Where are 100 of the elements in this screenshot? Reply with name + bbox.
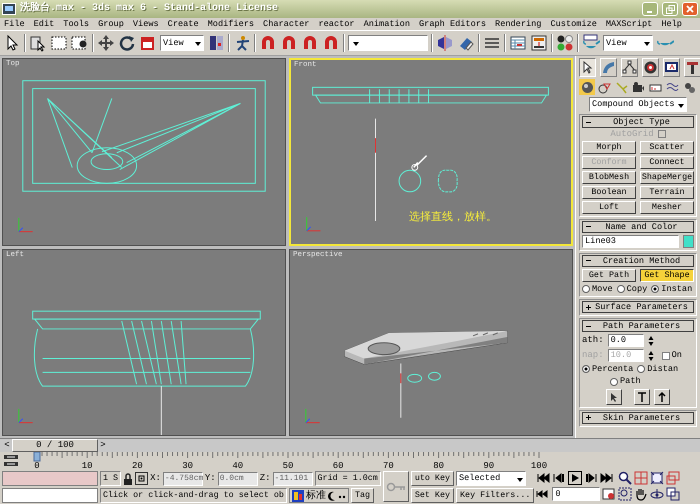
auto-key-button[interactable]: uto Key (410, 471, 454, 486)
object-type-button[interactable]: Terrain (640, 186, 694, 199)
magnet-icon[interactable] (301, 34, 319, 52)
reference-coordinate-dropdown[interactable]: View (160, 35, 204, 51)
path-tool-button[interactable] (606, 388, 622, 405)
path-tool-button[interactable] (654, 388, 670, 405)
object-type-button[interactable]: ShapeMerge (640, 170, 694, 184)
move-icon[interactable] (97, 34, 115, 52)
current-frame-marker[interactable] (34, 452, 40, 462)
color-swatch[interactable] (683, 234, 694, 248)
coordinate-field[interactable]: -4.758cm (162, 472, 203, 486)
lock-icon[interactable] (123, 472, 134, 484)
radio-button[interactable] (651, 284, 660, 293)
rollout-header[interactable]: Name and Color (582, 220, 694, 233)
magnet-icon[interactable] (280, 34, 298, 52)
radio-label[interactable]: Percenta (592, 364, 634, 374)
radio-button[interactable] (616, 284, 625, 293)
next-frame-button[interactable]: > (98, 439, 108, 452)
current-frame-field[interactable]: 0 (552, 487, 600, 501)
key-mode-icon[interactable] (536, 487, 550, 501)
input-method-bar[interactable]: 标准 (288, 488, 349, 503)
window-selection-icon[interactable] (71, 34, 89, 52)
input-mode-text[interactable]: 标准 (306, 490, 326, 502)
key-set-dropdown[interactable]: Selected (456, 471, 526, 486)
menu-item[interactable]: Edit (34, 18, 54, 30)
rollout-header[interactable]: Creation Method (582, 254, 694, 267)
select-list-icon[interactable] (29, 34, 47, 52)
time-configuration-icon[interactable] (602, 487, 616, 501)
key-filters-button[interactable]: Key Filters... (456, 488, 534, 503)
radio-label[interactable]: Copy (626, 284, 648, 294)
command-panel-tab[interactable] (579, 58, 596, 77)
menu-item[interactable]: MAXScript (606, 18, 652, 30)
radio-label[interactable]: Move (592, 284, 613, 294)
pan-hand-icon[interactable] (634, 487, 648, 501)
radio-label[interactable]: Instan (661, 284, 692, 294)
magnet-icon[interactable] (322, 34, 340, 52)
time-slider-handle[interactable]: 0 / 100 (12, 439, 98, 452)
object-type-button[interactable]: Loft (582, 200, 636, 214)
radio-label[interactable]: Path (620, 376, 641, 387)
coordinate-field[interactable]: 0.0cm (218, 472, 258, 486)
zoom-extents-icon[interactable] (650, 471, 664, 485)
object-type-button[interactable]: Scatter (640, 140, 694, 154)
menu-item[interactable]: Help (661, 18, 682, 30)
object-type-button[interactable]: BlobMesh (582, 170, 636, 184)
region-zoom-icon[interactable] (618, 487, 632, 501)
menu-item[interactable]: Tools (63, 18, 90, 30)
spinner-arrows-icon[interactable] (648, 334, 654, 347)
on-checkbox[interactable]: On (662, 350, 682, 361)
menu-item[interactable]: Character (263, 18, 310, 30)
maximize-viewport-icon[interactable] (666, 487, 680, 501)
rollout-header[interactable]: Surface Parameters (582, 301, 694, 314)
time-tag-button[interactable]: Tag (350, 488, 374, 503)
coordinate-field[interactable]: -11.101 (272, 472, 313, 486)
selection-set-field[interactable] (348, 35, 428, 51)
go-to-end-icon[interactable] (600, 471, 614, 485)
script-input-field[interactable] (2, 488, 98, 503)
menu-item[interactable]: reactor (318, 18, 355, 30)
go-to-start-icon[interactable] (536, 471, 550, 485)
magnet-icon[interactable] (259, 34, 277, 52)
object-type-button[interactable]: Boolean (582, 186, 636, 199)
object-category-tab[interactable] (630, 79, 646, 95)
menu-item[interactable]: Animation (364, 18, 410, 30)
object-type-button[interactable]: Morph (582, 140, 636, 154)
orbit-icon[interactable] (650, 487, 664, 501)
menu-item[interactable]: Graph Editors (419, 18, 486, 30)
creation-method-button[interactable]: Get Shape (640, 268, 694, 282)
rollout-header[interactable]: Skin Parameters (582, 412, 694, 424)
object-name-field[interactable]: Line03 (582, 234, 679, 248)
close-button[interactable] (682, 2, 698, 16)
material-spheres-icon[interactable] (556, 34, 574, 52)
radio-button[interactable] (610, 378, 618, 386)
schematic-view-icon[interactable] (530, 34, 548, 52)
radio-button[interactable] (582, 284, 590, 293)
menu-item[interactable]: Modifiers (208, 18, 254, 30)
object-type-button[interactable]: Connect (640, 156, 694, 169)
scale-icon[interactable] (139, 34, 157, 52)
spinner-arrows-icon[interactable] (648, 350, 654, 362)
radio-button[interactable] (637, 365, 646, 374)
mirror-icon[interactable] (436, 34, 454, 52)
menu-item[interactable]: Views (132, 18, 159, 30)
category-dropdown[interactable]: Compound Objects (589, 97, 687, 112)
menu-item[interactable]: Group (98, 18, 124, 30)
zoom-icon[interactable] (618, 471, 632, 485)
script-listener-field[interactable] (2, 471, 98, 486)
rollout-header[interactable]: Path Parameters (582, 320, 694, 332)
menu-item[interactable]: Rendering (495, 18, 542, 30)
previous-key-icon[interactable] (552, 471, 566, 485)
spinner-field[interactable]: 0.0 (608, 334, 644, 348)
object-type-button[interactable]: Mesher (640, 200, 694, 214)
radio-button[interactable] (582, 365, 590, 374)
curve-editor-icon[interactable] (509, 34, 527, 52)
pivot-icon[interactable] (207, 34, 225, 52)
menu-item[interactable]: Customize (550, 18, 597, 30)
next-key-icon[interactable] (584, 471, 598, 485)
rotate-icon[interactable] (118, 34, 136, 52)
rectangle-selection-icon[interactable] (50, 34, 68, 52)
path-tool-button[interactable] (634, 388, 650, 405)
set-key-mode-button[interactable]: Set Key (410, 488, 454, 503)
menu-item[interactable]: Create (168, 18, 199, 30)
render-view-dropdown[interactable]: View (603, 35, 653, 51)
